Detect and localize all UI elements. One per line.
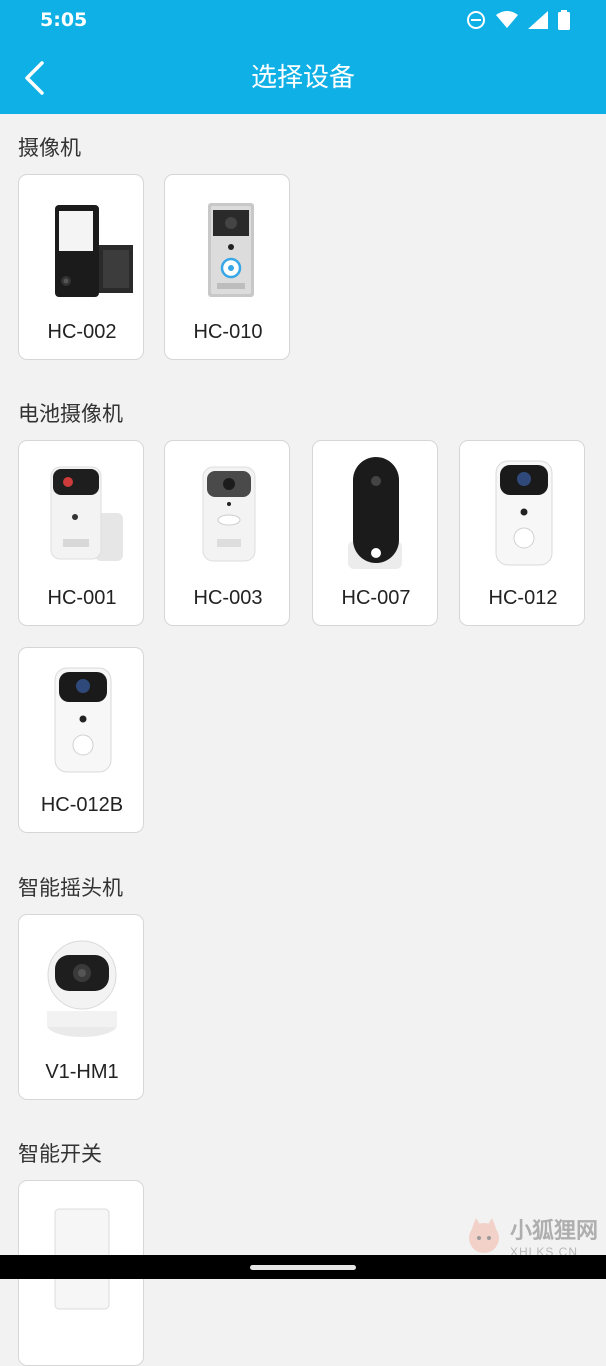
battery-icon — [558, 10, 570, 30]
battery-camera-image — [495, 460, 553, 566]
section-title-smart-switches: 智能开关 — [18, 1142, 102, 1166]
device-card-hc-007[interactable]: HC-007 — [312, 440, 438, 626]
device-card-hc-012[interactable]: HC-012 — [459, 440, 585, 626]
status-bar: 5:05 — [0, 0, 606, 42]
device-card-v1-hm1[interactable]: V1-HM1 — [18, 914, 144, 1100]
section-title-battery-cameras: 电池摄像机 — [18, 402, 123, 426]
device-label: HC-012B — [40, 794, 124, 816]
page-title: 选择设备 — [250, 63, 355, 93]
device-label: HC-012 — [488, 587, 558, 609]
watermark: 小狐狸网 XHLKS.CN — [464, 1213, 598, 1259]
video-doorbell-image — [208, 203, 254, 297]
device-label: HC-007 — [341, 587, 411, 609]
fox-logo-icon — [468, 1218, 499, 1253]
watermark-text: 小狐狸网 XHLKS.CN — [510, 1213, 598, 1259]
floodlight-camera-image — [55, 205, 133, 297]
device-card-hc-003[interactable]: HC-003 — [164, 440, 290, 626]
device-label: HC-002 — [47, 321, 117, 343]
wall-switch-image — [54, 1208, 110, 1310]
status-icons — [466, 10, 570, 30]
do-not-disturb-icon — [467, 11, 485, 29]
device-card-hc-002[interactable]: HC-002 — [18, 174, 144, 360]
home-gesture-handle[interactable] — [250, 1265, 356, 1270]
battery-camera-image — [50, 466, 123, 561]
battery-camera-image — [202, 466, 256, 562]
watermark-title: 小狐狸网 — [509, 1219, 598, 1244]
device-label: HC-010 — [193, 321, 263, 343]
signal-icon — [528, 11, 548, 29]
device-label: HC-003 — [193, 587, 263, 609]
navigation-bar — [0, 1255, 606, 1279]
battery-camera-image — [54, 667, 112, 773]
status-time: 5:05 — [40, 9, 88, 31]
device-card-hc-001[interactable]: HC-001 — [18, 440, 144, 626]
section-title-cameras: 摄像机 — [18, 136, 81, 160]
back-button[interactable] — [20, 60, 48, 96]
pan-tilt-camera-image — [47, 940, 117, 1037]
app-bar: 选择设备 — [0, 42, 606, 114]
device-label: HC-001 — [47, 587, 117, 609]
wifi-icon — [496, 11, 518, 28]
device-card-hc-010[interactable]: HC-010 — [164, 174, 290, 360]
section-title-ptz-cameras: 智能摇头机 — [18, 876, 123, 900]
battery-camera-image — [348, 457, 402, 569]
device-label: V1-HM1 — [45, 1061, 119, 1083]
device-card-hc-012b[interactable]: HC-012B — [18, 647, 144, 833]
chevron-left-icon — [25, 61, 44, 95]
